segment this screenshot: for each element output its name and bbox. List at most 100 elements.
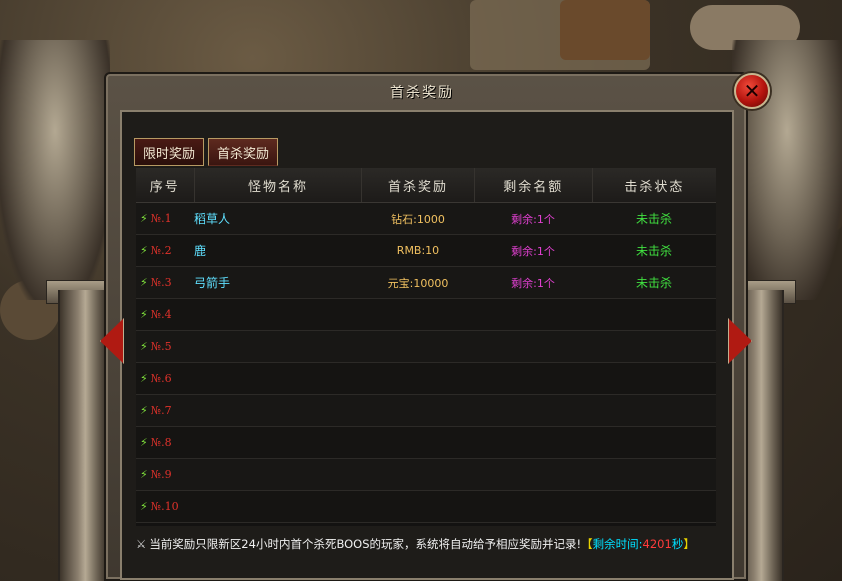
kill-status bbox=[592, 395, 716, 426]
left-pillar-decoration bbox=[0, 40, 118, 581]
lightning-icon: ⚡ bbox=[140, 308, 148, 321]
row-index-cell: ⚡ №.4 bbox=[136, 299, 194, 330]
table-row: ⚡ №.3 弓箭手 元宝:10000 剩余:1个 未击杀 bbox=[136, 267, 716, 299]
monster-name bbox=[194, 331, 362, 362]
bracket-close: 】 bbox=[683, 537, 695, 551]
header-kill-status: 击杀状态 bbox=[624, 179, 685, 195]
remaining-slots bbox=[474, 395, 592, 426]
row-index: №.5 bbox=[150, 340, 172, 353]
close-icon: ✕ bbox=[743, 79, 761, 103]
reward-value: RMB:10 bbox=[396, 244, 440, 257]
dialog-titlebar: 首杀奖励 bbox=[148, 74, 696, 110]
remaining-slots bbox=[474, 459, 592, 490]
kill-status bbox=[592, 363, 716, 394]
row-index-cell: ⚡ №.10 bbox=[136, 491, 194, 522]
bracket-open: 【 bbox=[581, 537, 593, 551]
dialog-title: 首杀奖励 bbox=[390, 85, 454, 101]
lightning-icon: ⚡ bbox=[140, 404, 148, 417]
remaining-slots bbox=[474, 363, 592, 394]
reward-value bbox=[362, 299, 474, 330]
remaining-slots bbox=[474, 491, 592, 522]
table-row: ⚡ №.6 bbox=[136, 363, 716, 395]
footer-notice: ⚔ 当前奖励只限新区24小时内首个杀死BOOS的玩家，系统将自动给予相应奖励并记… bbox=[136, 532, 716, 556]
kill-status: 未击杀 bbox=[635, 212, 672, 226]
notice-text: 当前奖励只限新区24小时内首个杀死BOOS的玩家，系统将自动给予相应奖励并记录! bbox=[149, 537, 582, 551]
lightning-icon: ⚡ bbox=[140, 340, 148, 353]
kill-status bbox=[592, 427, 716, 458]
table-row: ⚡ №.9 bbox=[136, 459, 716, 491]
lightning-icon: ⚡ bbox=[140, 212, 148, 225]
reward-value: 钻石:1000 bbox=[391, 212, 445, 226]
tab-first-kill-reward[interactable]: 首杀奖励 bbox=[208, 138, 279, 166]
reward-value bbox=[362, 331, 474, 362]
remaining-time-label: 剩余时间: bbox=[592, 537, 643, 551]
row-index: №.2 bbox=[150, 244, 172, 257]
row-index: №.9 bbox=[150, 468, 172, 481]
pillar-column bbox=[58, 290, 108, 581]
monster-name: 稻草人 bbox=[194, 212, 231, 226]
row-index-cell: ⚡ №.1 bbox=[136, 203, 194, 234]
kill-status bbox=[592, 459, 716, 490]
lightning-icon: ⚡ bbox=[140, 500, 148, 513]
lightning-icon: ⚡ bbox=[140, 372, 148, 385]
row-index-cell: ⚡ №.8 bbox=[136, 427, 194, 458]
table-header: 序号 怪物名称 首杀奖励 剩余名额 击杀状态 bbox=[136, 168, 716, 203]
remaining-slots: 剩余:1个 bbox=[511, 276, 555, 290]
knight-statue bbox=[0, 40, 110, 300]
row-index: №.3 bbox=[150, 276, 172, 289]
table-row: ⚡ №.8 bbox=[136, 427, 716, 459]
lightning-icon: ⚡ bbox=[140, 244, 148, 257]
header-monster-name: 怪物名称 bbox=[195, 168, 363, 202]
reward-value bbox=[362, 363, 474, 394]
monster-name bbox=[194, 363, 362, 394]
reward-value bbox=[362, 395, 474, 426]
lightning-icon: ⚡ bbox=[140, 436, 148, 449]
header-reward: 首杀奖励 bbox=[362, 168, 475, 202]
table-row: ⚡ №.10 bbox=[136, 491, 716, 523]
remaining-slots: 剩余:1个 bbox=[511, 244, 555, 258]
tab-bar: 限时奖励 首杀奖励 bbox=[134, 138, 279, 166]
row-index: №.1 bbox=[150, 212, 172, 225]
lightning-icon: ⚡ bbox=[140, 468, 148, 481]
monster-name: 弓箭手 bbox=[194, 276, 231, 290]
row-index: №.10 bbox=[150, 500, 179, 513]
remaining-slots bbox=[474, 427, 592, 458]
kill-status bbox=[592, 491, 716, 522]
monster-name bbox=[194, 395, 362, 426]
tab-label: 限时奖励 bbox=[143, 146, 196, 162]
remaining-time-value: 4201 bbox=[642, 537, 672, 551]
table-row: ⚡ №.5 bbox=[136, 331, 716, 363]
table-row: ⚡ №.7 bbox=[136, 395, 716, 427]
remaining-slots: 剩余:1个 bbox=[511, 212, 555, 226]
first-kill-table: 序号 怪物名称 首杀奖励 剩余名额 击杀状态 ⚡ №.1 稻草人 钻石:1000 剩余:… bbox=[136, 168, 716, 526]
background-scenery bbox=[560, 0, 650, 60]
kill-status: 未击杀 bbox=[635, 276, 672, 290]
monster-name bbox=[194, 459, 362, 490]
remaining-time-unit: 秒 bbox=[671, 537, 684, 551]
kill-status bbox=[592, 299, 716, 330]
monster-name bbox=[194, 427, 362, 458]
row-index: №.6 bbox=[150, 372, 172, 385]
row-index-cell: ⚡ №.3 bbox=[136, 267, 194, 298]
table-body: ⚡ №.1 稻草人 钻石:1000 剩余:1个 未击杀 ⚡ №.2 鹿 RMB:10 剩余:1个 未击… bbox=[136, 203, 716, 523]
monster-name bbox=[194, 491, 362, 522]
tab-label: 首杀奖励 bbox=[217, 146, 270, 162]
reward-value bbox=[362, 491, 474, 522]
reward-value bbox=[362, 427, 474, 458]
close-button[interactable]: ✕ bbox=[734, 73, 770, 109]
tab-limited-time-reward[interactable]: 限时奖励 bbox=[134, 138, 205, 166]
monster-name bbox=[194, 299, 362, 330]
table-row: ⚡ №.1 稻草人 钻石:1000 剩余:1个 未击杀 bbox=[136, 203, 716, 235]
table-row: ⚡ №.4 bbox=[136, 299, 716, 331]
right-pillar-decoration bbox=[724, 40, 842, 581]
row-index-cell: ⚡ №.9 bbox=[136, 459, 194, 490]
row-index: №.4 bbox=[150, 308, 172, 321]
monster-name: 鹿 bbox=[194, 244, 207, 258]
row-index-cell: ⚡ №.6 bbox=[136, 363, 194, 394]
lightning-icon: ⚡ bbox=[140, 276, 148, 289]
row-index: №.7 bbox=[150, 404, 172, 417]
kill-status bbox=[592, 331, 716, 362]
remaining-slots bbox=[474, 299, 592, 330]
reward-value bbox=[362, 459, 474, 490]
remaining-slots bbox=[474, 331, 592, 362]
